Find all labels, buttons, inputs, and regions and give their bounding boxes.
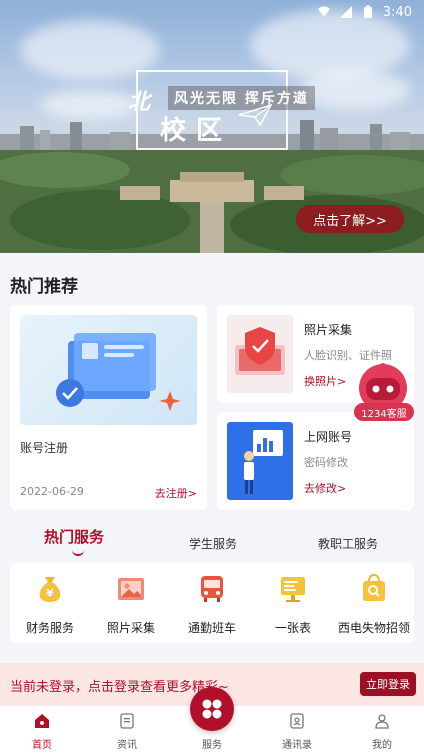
account-register-illustration (20, 315, 197, 425)
home-icon (35, 714, 49, 728)
service-one-form[interactable]: 一张表 (253, 563, 333, 643)
hero-learn-more-button[interactable]: 点击了解>> (296, 205, 404, 233)
service-label: 通勤班车 (187, 621, 236, 635)
recommend-card-title: 照片采集 (304, 323, 353, 337)
contacts-icon (290, 713, 304, 729)
nav-label: 我的 (372, 740, 392, 751)
nav-label: 资讯 (117, 740, 137, 751)
photo-collect-illustration (227, 315, 293, 393)
paper-plane-icon (238, 104, 272, 126)
nav-item-home[interactable]: 首页 (0, 706, 84, 753)
campus-aerial-image (0, 150, 424, 253)
login-now-button[interactable]: 立即登录 (360, 672, 416, 696)
services-grid: ¥ 财务服务 照片采集 通勤班车 一张表 西电失物招领 (10, 563, 414, 643)
tab-hot-services[interactable]: 热门服务 (44, 526, 104, 547)
recommend-card-title: 账号注册 (20, 441, 69, 455)
hero-banner[interactable]: 北 风光无限 挥斥方遒 校区 点击了解>> (0, 0, 424, 253)
recommend-card-date: 2022-06-29 (20, 485, 84, 498)
hero-campus-char: 北 (128, 89, 151, 115)
tab-staff-services[interactable]: 教职工服务 (318, 535, 378, 552)
photo-icon (118, 578, 144, 600)
nav-item-contacts[interactable]: 通讯录 (255, 706, 339, 753)
nav-label: 通讯录 (282, 740, 312, 751)
assistant-label[interactable]: 1234客服 (354, 403, 414, 421)
register-link[interactable]: 去注册> (155, 485, 197, 501)
status-time: 3:40 (382, 4, 412, 20)
money-bag-icon: ¥ (39, 577, 61, 602)
hero-campus-name: 校区 (160, 116, 233, 146)
svg-text:¥: ¥ (46, 587, 54, 600)
recommend-card-account-register[interactable]: 账号注册 2022-06-29 去注册> (10, 305, 207, 510)
service-shuttle-bus[interactable]: 通勤班车 (172, 563, 252, 643)
change-photo-link[interactable]: 换照片> (304, 373, 346, 389)
form-table-icon (281, 577, 305, 602)
lost-found-bag-icon (363, 573, 385, 601)
services-fab-button[interactable] (190, 687, 234, 731)
service-tabs: 热门服务 学生服务 教职工服务 (0, 528, 424, 560)
services-grid-icon (202, 699, 222, 719)
service-label: 西电失物招领 (337, 621, 410, 635)
wifi-icon (317, 6, 330, 17)
network-account-illustration (227, 422, 293, 500)
recommend-card-desc: 人脸识别、证件照 (304, 349, 392, 362)
service-label: 照片采集 (106, 621, 155, 635)
nav-item-profile[interactable]: 我的 (340, 706, 424, 753)
recommend-card-title: 上网账号 (304, 430, 353, 444)
service-photo-collect[interactable]: 照片采集 (91, 563, 171, 643)
change-password-link[interactable]: 去修改> (304, 480, 346, 496)
service-label: 一张表 (274, 621, 311, 635)
recommend-card-desc: 密码修改 (304, 456, 348, 469)
section-title-hot-recommend: 热门推荐 (10, 277, 78, 297)
service-label: 财务服务 (25, 621, 74, 635)
active-tab-indicator (72, 550, 84, 556)
service-lost-found[interactable]: 西电失物招领 (334, 563, 414, 643)
signal-icon (339, 6, 352, 18)
nav-label: 服务 (202, 740, 222, 751)
profile-icon (375, 714, 389, 729)
nav-item-news[interactable]: 资讯 (85, 706, 169, 753)
tab-student-services[interactable]: 学生服务 (189, 535, 237, 552)
news-icon (120, 713, 134, 729)
battery-icon (363, 5, 372, 18)
recommend-card-network-account[interactable]: 上网账号 密码修改 去修改> (217, 412, 414, 510)
nav-label: 首页 (32, 740, 52, 751)
status-bar: 3:40 (0, 0, 424, 24)
service-finance[interactable]: ¥ 财务服务 (10, 563, 90, 643)
bus-icon (201, 576, 223, 602)
